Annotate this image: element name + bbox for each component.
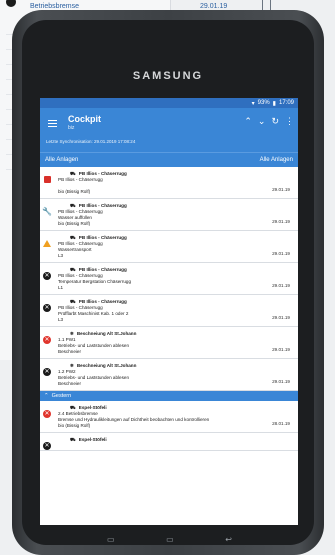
tablet-bezel: SAMSUNG ▾ 93% ▮ 17:09 Cockpit biz Letzte…: [22, 20, 314, 545]
item-date: 29.01.19: [272, 315, 290, 320]
battery-level: 93%: [257, 100, 270, 106]
item-line: L3: [58, 317, 64, 322]
app-screen: ▾ 93% ▮ 17:09 Cockpit biz Letzte Synchro…: [40, 98, 298, 525]
refresh-icon[interactable]: ↻: [271, 116, 279, 127]
home-icon[interactable]: ▭: [166, 535, 174, 544]
item-line: Beschneier: [58, 381, 81, 386]
list-item[interactable]: ✕ ⛟ Espel-Stöfeli: [40, 433, 298, 451]
filter-bar[interactable]: Alle Anlagen Alle Anlagen: [40, 152, 298, 167]
gift-icon: [43, 176, 51, 183]
item-date: 29.01.19: [272, 283, 290, 288]
item-date: 29.01.19: [272, 251, 290, 256]
list-item[interactable]: ✕ ⛟ PB Illios - Chäserrugg PB Illios - Chäs…: [40, 295, 298, 327]
item-line: L1: [58, 285, 64, 290]
list-item[interactable]: ✕ ⛟ PB Illios - Chäserrugg PB Illios - Chäs…: [40, 263, 298, 295]
x-icon: ✕: [43, 368, 51, 376]
hamburger-menu-icon[interactable]: [48, 120, 57, 128]
x-red-icon: ✕: [43, 336, 51, 344]
more-vertical-icon[interactable]: ⋮: [285, 116, 294, 127]
filter-label: Alle Anlagen: [45, 157, 79, 163]
page-title: Cockpit: [68, 114, 102, 124]
task-list-yesterday: ✕ ⛟ Espel-Stöfeli 2.4 Betriebsbremse Bremse …: [40, 401, 298, 451]
list-item[interactable]: ✕ ⛟ Espel-Stöfeli 2.4 Betriebsbremse Bremse …: [40, 401, 298, 433]
section-header-gestern[interactable]: ⌃ Gestern: [40, 391, 298, 401]
item-date: 29.01.19: [272, 347, 290, 352]
status-bar: ▾ 93% ▮ 17:09: [40, 98, 298, 108]
x-icon: ✕: [43, 442, 51, 450]
x-icon: ✕: [43, 304, 51, 312]
item-title: Beschneiung Alt St.Johann: [76, 331, 137, 336]
lift-icon: ⛟: [70, 437, 76, 442]
list-item[interactable]: ⛟ PB Illios - Chäserrugg PB Illios - Chäse…: [40, 167, 298, 199]
item-line: bio (Bissig Rolf): [58, 221, 91, 226]
list-item[interactable]: ✕ ❄ Beschneiung Alt St.Johann 1.1 PW1 Betrie…: [40, 327, 298, 359]
device-navbar: ▭ ▭ ↩: [107, 532, 232, 546]
list-item[interactable]: ✕ ❄ Beschneiung Alt St.Johann 1.2 PW2 Betrie…: [40, 359, 298, 391]
recent-apps-icon[interactable]: ▭: [107, 535, 115, 544]
wrench-icon: 🔧: [42, 207, 52, 216]
task-list: ⛟ PB Illios - Chäserrugg PB Illios - Chäse…: [40, 167, 298, 391]
item-line: bio (Bissig Rolf): [58, 189, 91, 194]
chevron-down-icon[interactable]: ⌄: [258, 116, 266, 127]
list-item[interactable]: ⛟ PB Illios - Chäserrugg PB Illios - Chäse…: [40, 231, 298, 263]
list-item[interactable]: 🔧 ⛟ PB Illios - Chäserrugg PB Illios - Chäs…: [40, 199, 298, 231]
back-icon[interactable]: ↩: [225, 535, 232, 544]
item-line: L3: [58, 253, 64, 258]
item-date: 29.01.19: [272, 379, 290, 384]
toolbar: ⌃ ⌄ ↻ ⋮: [244, 116, 294, 127]
x-red-icon: ✕: [43, 410, 51, 418]
section-label: Gestern: [51, 393, 72, 399]
app-bar: Cockpit biz Letzte Synchronisation: 29.0…: [40, 108, 298, 152]
warning-icon: [43, 240, 51, 247]
item-line: bio (Bissig Rolf): [58, 423, 91, 428]
item-title: Espel-Stöfeli: [78, 437, 107, 442]
background-peek-text: Betriebsbremse: [30, 3, 80, 10]
item-date: 29.01.19: [272, 187, 290, 192]
last-sync-text: Letzte Synchronisation: 29.01.2019 17:08…: [46, 139, 136, 144]
item-date: 29.01.19: [272, 219, 290, 224]
item-date: 28.01.19: [272, 421, 290, 426]
dot-icon: [6, 0, 16, 7]
tablet-device: SAMSUNG ▾ 93% ▮ 17:09 Cockpit biz Letzte…: [12, 10, 324, 555]
device-brand: SAMSUNG: [132, 70, 204, 82]
chevron-up-icon[interactable]: ⌃: [244, 116, 252, 127]
filter-dropdown[interactable]: Alle Anlagen: [260, 157, 293, 163]
background-peek-date: 29.01.19: [200, 3, 228, 10]
signal-icon: ▾: [251, 100, 255, 107]
chevron-up-icon: ⌃: [44, 393, 49, 399]
item-line: Beschneier: [58, 349, 81, 354]
page-subtitle: biz: [68, 125, 75, 131]
battery-icon: ▮: [272, 100, 276, 107]
x-icon: ✕: [43, 272, 51, 280]
item-title: Beschneiung Alt St.Johann: [76, 363, 137, 368]
clock: 17:09: [278, 100, 294, 106]
